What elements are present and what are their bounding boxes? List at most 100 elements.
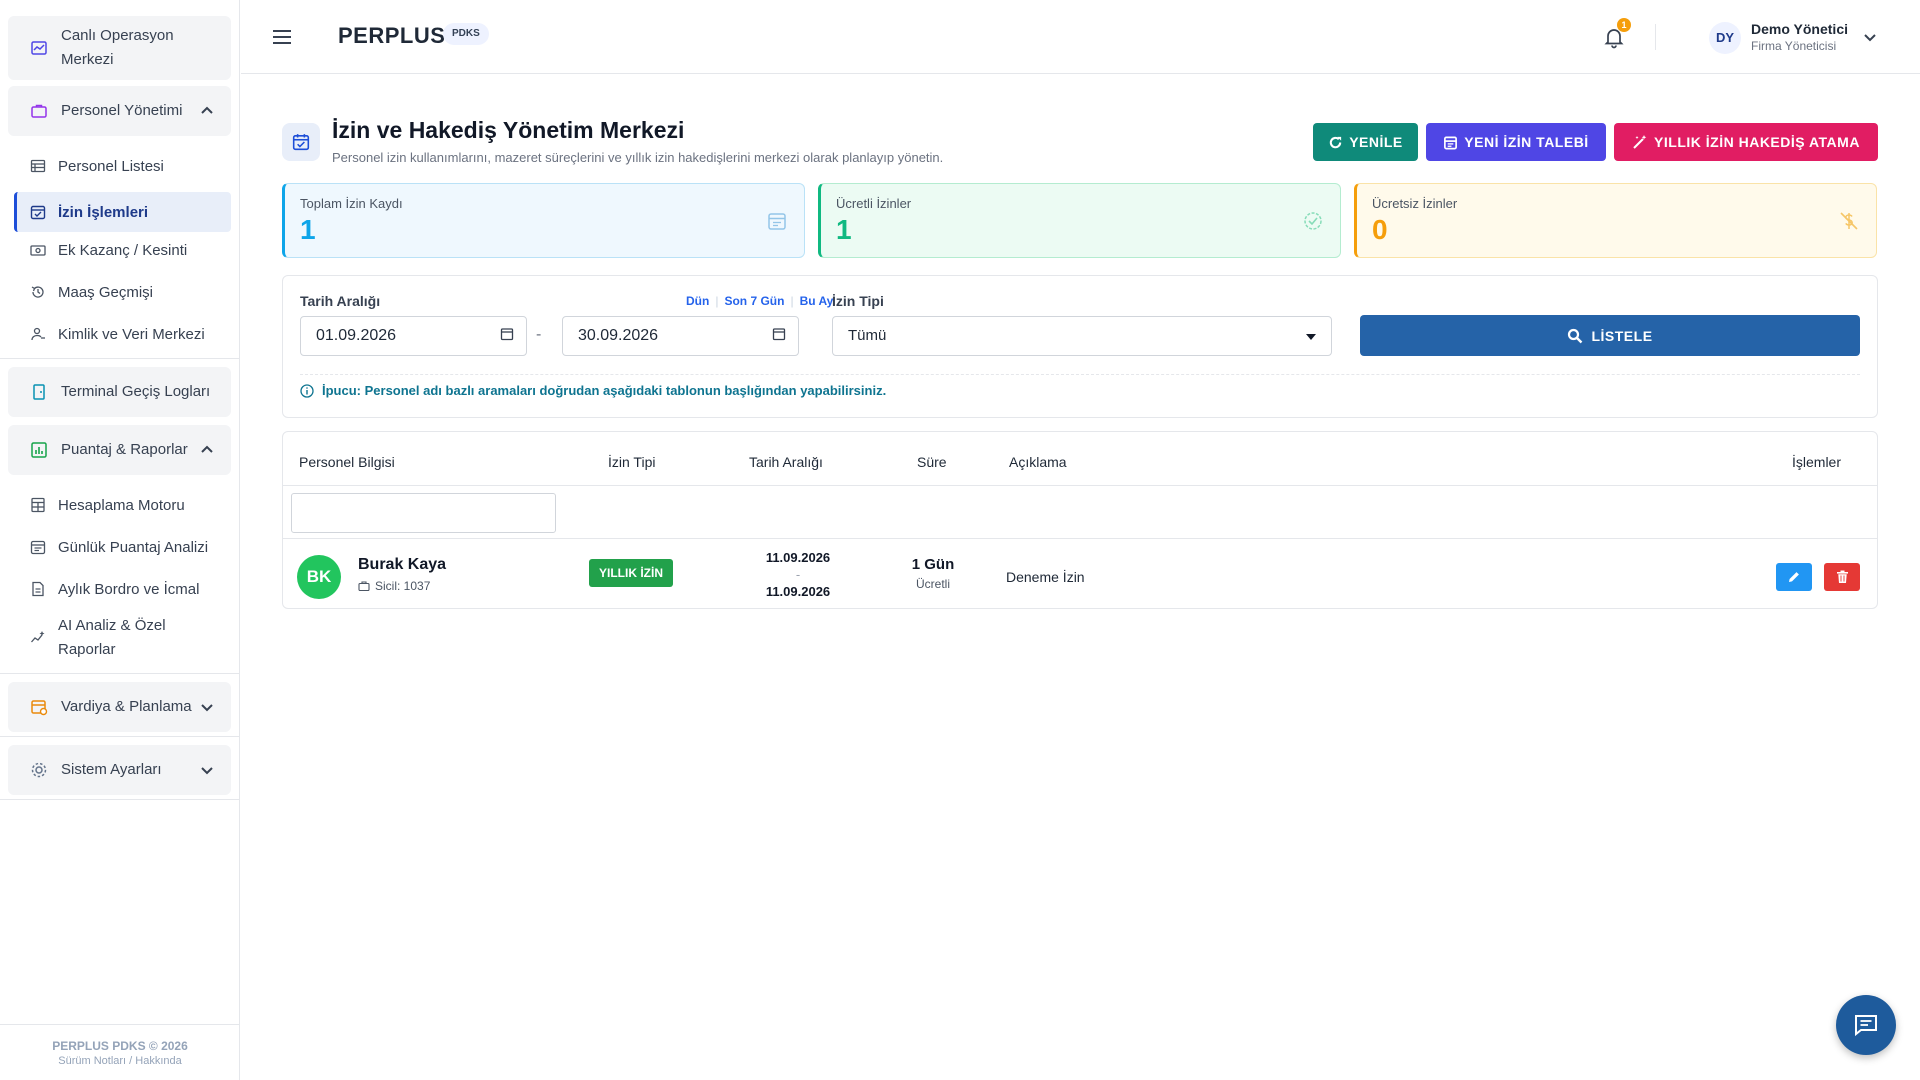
start-date-value: 01.09.2026	[316, 327, 397, 344]
stat-label: Ücretli İzinler	[836, 196, 912, 211]
user-avatar[interactable]: DY	[1709, 22, 1741, 54]
sidebar-group-label: Terminal Geçiş Logları	[61, 383, 211, 400]
footer-copyright: PERPLUS PDKS © 2026	[52, 1039, 188, 1053]
sidebar-item-aylik-bordro[interactable]: Aylık Bordro ve İcmal	[14, 573, 231, 605]
column-header-date-range[interactable]: Tarih Aralığı	[749, 454, 823, 470]
user-id-icon	[31, 327, 45, 341]
user-name[interactable]: Demo Yönetici	[1751, 21, 1848, 37]
check-circle-icon	[1304, 212, 1322, 230]
sidebar-group-terminal[interactable]: Terminal Geçiş Logları	[8, 367, 231, 417]
sidebar-item-kimlik-veri[interactable]: Kimlik ve Veri Merkezi	[14, 318, 231, 350]
stat-card-paid: Ücretli İzinler 1	[818, 183, 1341, 258]
page-title: İzin ve Hakediş Yönetim Merkezi	[332, 117, 685, 143]
leave-duration: 1 Gün Ücretli	[893, 556, 973, 591]
personnel-sicil: Sicil: 1037	[358, 579, 430, 593]
list-button[interactable]: LİSTELE	[1360, 315, 1860, 356]
briefcase-icon	[358, 581, 370, 592]
chevron-down-icon[interactable]	[1861, 28, 1879, 46]
sidebar-group-label: Puantaj & Raporlar	[61, 441, 188, 458]
search-tip-text: İpucu: Personel adı bazlı aramaları doğr…	[322, 383, 887, 398]
leave-end-date: 11.09.2026	[765, 584, 831, 599]
main-content: İzin ve Hakediş Yönetim Merkezi Personel…	[241, 75, 1920, 1080]
sidebar-item-ek-kazanc[interactable]: Ek Kazanç / Kesinti	[14, 234, 231, 266]
column-header-duration[interactable]: Süre	[917, 454, 947, 470]
stat-value: 0	[1372, 214, 1388, 245]
end-date-input[interactable]: 30.09.2026	[562, 316, 799, 356]
leave-date-separator: -	[795, 567, 801, 582]
link-separator: |	[715, 294, 719, 308]
sidebar-footer: PERPLUS PDKS © 2026 Sürüm Notları / Hakk…	[0, 1024, 240, 1080]
annual-leave-assign-label: YILLIK İZİN HAKEDİŞ ATAMA	[1654, 134, 1860, 150]
row-divider	[283, 538, 1877, 539]
brand-name[interactable]: PERPLUS	[338, 23, 445, 49]
pay-status: Ücretli	[915, 577, 950, 591]
search-tip: İpucu: Personel adı bazlı aramaları doğr…	[300, 383, 886, 398]
sidebar-item-ai-analiz[interactable]: AI Analiz & Özel Raporlar	[14, 611, 231, 665]
sidebar-item-label: Canlı Operasyon Merkezi	[61, 27, 174, 68]
column-header-personel[interactable]: Personel Bilgisi	[299, 454, 395, 470]
chart-bar-icon	[31, 442, 47, 458]
calendar-icon[interactable]	[772, 327, 786, 341]
sidebar-item-gunluk-puantaj[interactable]: Günlük Puantaj Analizi	[14, 531, 231, 563]
sidebar-group-label: Vardiya & Planlama	[61, 698, 192, 715]
sidebar-item-label: Aylık Bordro ve İcmal	[58, 580, 200, 598]
edit-button[interactable]	[1776, 563, 1812, 591]
list-button-label: LİSTELE	[1591, 327, 1653, 344]
calendar-icon	[30, 540, 46, 555]
leave-type-select[interactable]: Tümü	[832, 316, 1332, 356]
sidebar: Canlı Operasyon Merkezi Personel Yönetim…	[0, 0, 240, 1080]
stat-card-total: Toplam İzin Kaydı 1	[282, 183, 805, 258]
sidebar-item-label: Personel Listesi	[58, 157, 164, 175]
stat-label: Ücretsiz İzinler	[1372, 196, 1458, 211]
trash-icon	[1836, 570, 1848, 583]
column-header-description[interactable]: Açıklama	[1009, 454, 1067, 470]
sidebar-divider	[0, 673, 239, 674]
sparkle-icon	[31, 631, 45, 643]
brand-badge: PDKS	[443, 23, 489, 45]
sidebar-group-vardiya[interactable]: Vardiya & Planlama	[8, 682, 231, 732]
sidebar-group-puantaj[interactable]: Puantaj & Raporlar	[8, 425, 231, 475]
sidebar-item-hesaplama-motoru[interactable]: Hesaplama Motoru	[14, 489, 231, 521]
calendar-icon	[1444, 136, 1458, 149]
column-header-leave-type[interactable]: İzin Tipi	[608, 454, 655, 470]
sidebar-divider	[0, 736, 239, 737]
stat-value: 1	[300, 214, 316, 245]
start-date-input[interactable]: 01.09.2026	[300, 316, 527, 356]
refresh-icon	[1330, 136, 1342, 148]
quick-link-last-7-days[interactable]: Son 7 Gün	[724, 294, 784, 308]
sidebar-divider	[0, 799, 239, 800]
sidebar-item-izin-islemleri[interactable]: İzin İşlemleri	[14, 192, 231, 232]
sidebar-item-maas-gecmisi[interactable]: Maaş Geçmişi	[14, 276, 231, 308]
quick-link-this-month[interactable]: Bu Ay	[800, 294, 834, 308]
annual-leave-assign-button[interactable]: YILLIK İZİN HAKEDİŞ ATAMA	[1614, 123, 1878, 161]
calendar-icon[interactable]	[500, 327, 514, 341]
footer-links[interactable]: Sürüm Notları / Hakkında	[0, 1055, 240, 1067]
delete-button[interactable]	[1824, 563, 1860, 591]
sidebar-item-personel-listesi[interactable]: Personel Listesi	[14, 150, 231, 182]
search-icon	[1568, 328, 1583, 343]
menu-icon[interactable]	[271, 26, 293, 48]
chevron-up-icon	[201, 106, 213, 114]
chevron-down-icon	[201, 704, 213, 712]
money-off-icon	[1840, 212, 1858, 230]
chevron-up-icon	[201, 445, 213, 453]
leave-description: Deneme İzin	[1006, 569, 1085, 585]
leave-type-label: İzin Tipi	[832, 293, 884, 309]
stat-value: 1	[836, 214, 852, 245]
sidebar-item-label: Ek Kazanç / Kesinti	[58, 241, 188, 259]
chat-button[interactable]	[1836, 995, 1896, 1055]
sidebar-group-sistem[interactable]: Sistem Ayarları	[8, 745, 231, 795]
header-divider	[1655, 24, 1656, 50]
door-icon	[33, 384, 45, 400]
sidebar-item-label: Maaş Geçmişi	[58, 283, 154, 301]
quick-link-yesterday[interactable]: Dün	[686, 294, 709, 308]
sidebar-item-live-operations[interactable]: Canlı Operasyon Merkezi	[8, 16, 231, 80]
caret-down-icon	[1306, 334, 1316, 340]
magic-wand-icon	[1633, 135, 1647, 149]
briefcase-icon	[31, 104, 47, 118]
sidebar-group-label: Sistem Ayarları	[61, 761, 162, 778]
sidebar-group-personel[interactable]: Personel Yönetimi	[8, 86, 231, 136]
new-leave-request-button[interactable]: YENİ İZİN TALEBİ	[1426, 123, 1606, 161]
refresh-button[interactable]: YENİLE	[1313, 123, 1418, 161]
personnel-search-input[interactable]	[291, 493, 556, 533]
